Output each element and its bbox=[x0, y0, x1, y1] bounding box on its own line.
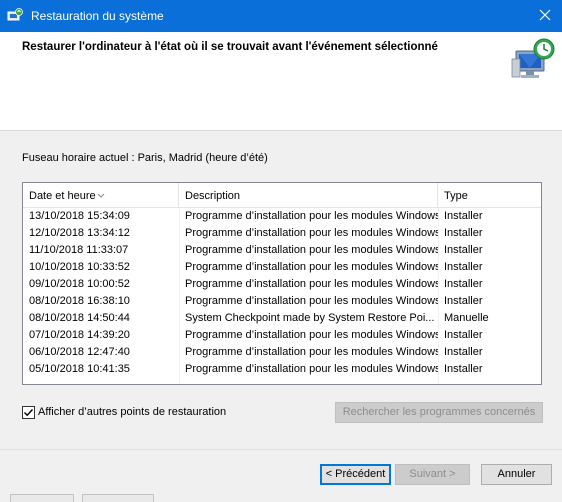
timezone-label: Fuseau horaire actuel : Paris, Madrid (h… bbox=[22, 152, 268, 164]
table-row[interactable]: 11/10/2018 11:33:07 Programme d’installa… bbox=[23, 242, 541, 259]
row-date: 13/10/2018 15:34:09 bbox=[29, 210, 130, 222]
row-date: 09/10/2018 10:00:52 bbox=[29, 278, 130, 290]
row-type: Installer bbox=[444, 278, 483, 290]
background-window-button bbox=[82, 494, 154, 502]
table-row[interactable]: 06/10/2018 12:47:40 Programme d’installa… bbox=[23, 344, 541, 361]
table-row[interactable]: 07/10/2018 14:39:20 Programme d’installa… bbox=[23, 327, 541, 344]
column-description[interactable]: Description bbox=[179, 183, 438, 207]
show-more-label: Afficher d’autres points de restauration bbox=[38, 406, 227, 418]
table-row[interactable]: 12/10/2018 13:34:12 Programme d’installa… bbox=[23, 225, 541, 242]
table-row[interactable]: 13/10/2018 15:34:09 Programme d’installa… bbox=[23, 208, 541, 225]
checkmark-icon bbox=[24, 408, 34, 416]
row-date: 08/10/2018 16:38:10 bbox=[29, 295, 130, 307]
restore-computer-icon bbox=[510, 37, 558, 83]
column-date[interactable]: Date et heure bbox=[23, 183, 179, 207]
row-date: 11/10/2018 11:33:07 bbox=[29, 244, 129, 256]
show-more-restore-points[interactable]: Afficher d’autres points de restauration bbox=[22, 405, 226, 419]
system-restore-icon bbox=[7, 8, 23, 24]
column-type-label: Type bbox=[444, 190, 468, 202]
row-description: Programme d’installation pour les module… bbox=[185, 295, 438, 307]
row-type: Installer bbox=[444, 210, 483, 222]
cancel-button[interactable]: Annuler bbox=[481, 464, 552, 485]
back-button[interactable]: < Précédent bbox=[320, 464, 391, 485]
row-date: 12/10/2018 13:34:12 bbox=[29, 227, 130, 239]
row-date: 08/10/2018 14:50:44 bbox=[29, 312, 130, 324]
table-row[interactable]: 09/10/2018 10:00:52 Programme d’installa… bbox=[23, 276, 541, 293]
row-description: Programme d’installation pour les module… bbox=[185, 210, 438, 222]
next-button[interactable]: Suivant > bbox=[395, 464, 470, 485]
close-icon bbox=[539, 9, 551, 24]
row-type: Manuelle bbox=[444, 312, 489, 324]
row-type: Installer bbox=[444, 244, 483, 256]
window-title: Restauration du système bbox=[31, 9, 164, 23]
row-type: Installer bbox=[444, 295, 483, 307]
title-bar: Restauration du système bbox=[0, 0, 562, 32]
column-date-label: Date et heure bbox=[29, 190, 96, 202]
row-description: Programme d’installation pour les module… bbox=[185, 261, 438, 273]
close-button[interactable] bbox=[528, 0, 562, 32]
row-type: Installer bbox=[444, 261, 483, 273]
column-type[interactable]: Type bbox=[438, 183, 541, 207]
column-description-label: Description bbox=[185, 190, 241, 202]
sort-descending-icon bbox=[97, 183, 105, 198]
row-type: Installer bbox=[444, 227, 483, 239]
row-date: 06/10/2018 12:47:40 bbox=[29, 346, 130, 358]
footer-separator bbox=[0, 449, 562, 450]
row-type: Installer bbox=[444, 346, 483, 358]
scan-affected-programs-button[interactable]: Rechercher les programmes concernés bbox=[335, 402, 543, 423]
system-restore-dialog: Restauration du système Restaurer l'ordi… bbox=[0, 0, 562, 502]
table-row[interactable]: 05/10/2018 10:41:35 Programme d’installa… bbox=[23, 361, 541, 378]
wizard-header: Restaurer l'ordinateur à l'état où il se… bbox=[0, 32, 562, 131]
row-description: Programme d’installation pour les module… bbox=[185, 227, 438, 239]
list-body: 13/10/2018 15:34:09 Programme d’installa… bbox=[23, 208, 541, 378]
table-row[interactable]: 08/10/2018 16:38:10 Programme d’installa… bbox=[23, 293, 541, 310]
row-type: Installer bbox=[444, 363, 483, 375]
row-description: Programme d’installation pour les module… bbox=[185, 329, 438, 341]
table-row[interactable]: 10/10/2018 10:33:52 Programme d’installa… bbox=[23, 259, 541, 276]
row-description: Programme d’installation pour les module… bbox=[185, 346, 438, 358]
row-description: Programme d’installation pour les module… bbox=[185, 363, 438, 375]
row-type: Installer bbox=[444, 329, 483, 341]
row-date: 10/10/2018 10:33:52 bbox=[29, 261, 130, 273]
list-header: Date et heure Description Type bbox=[23, 183, 541, 208]
show-more-checkbox[interactable] bbox=[22, 405, 35, 419]
page-heading: Restaurer l'ordinateur à l'état où il se… bbox=[22, 41, 438, 53]
row-date: 07/10/2018 14:39:20 bbox=[29, 329, 130, 341]
row-description: Programme d’installation pour les module… bbox=[185, 278, 438, 290]
table-row[interactable]: 08/10/2018 14:50:44 System Checkpoint ma… bbox=[23, 310, 541, 327]
background-window-button bbox=[10, 494, 74, 502]
row-description: System Checkpoint made by System Restore… bbox=[185, 312, 435, 324]
row-date: 05/10/2018 10:41:35 bbox=[29, 363, 130, 375]
restore-points-list[interactable]: Date et heure Description Type 13/10/201… bbox=[22, 182, 542, 385]
row-description: Programme d’installation pour les module… bbox=[185, 244, 438, 256]
